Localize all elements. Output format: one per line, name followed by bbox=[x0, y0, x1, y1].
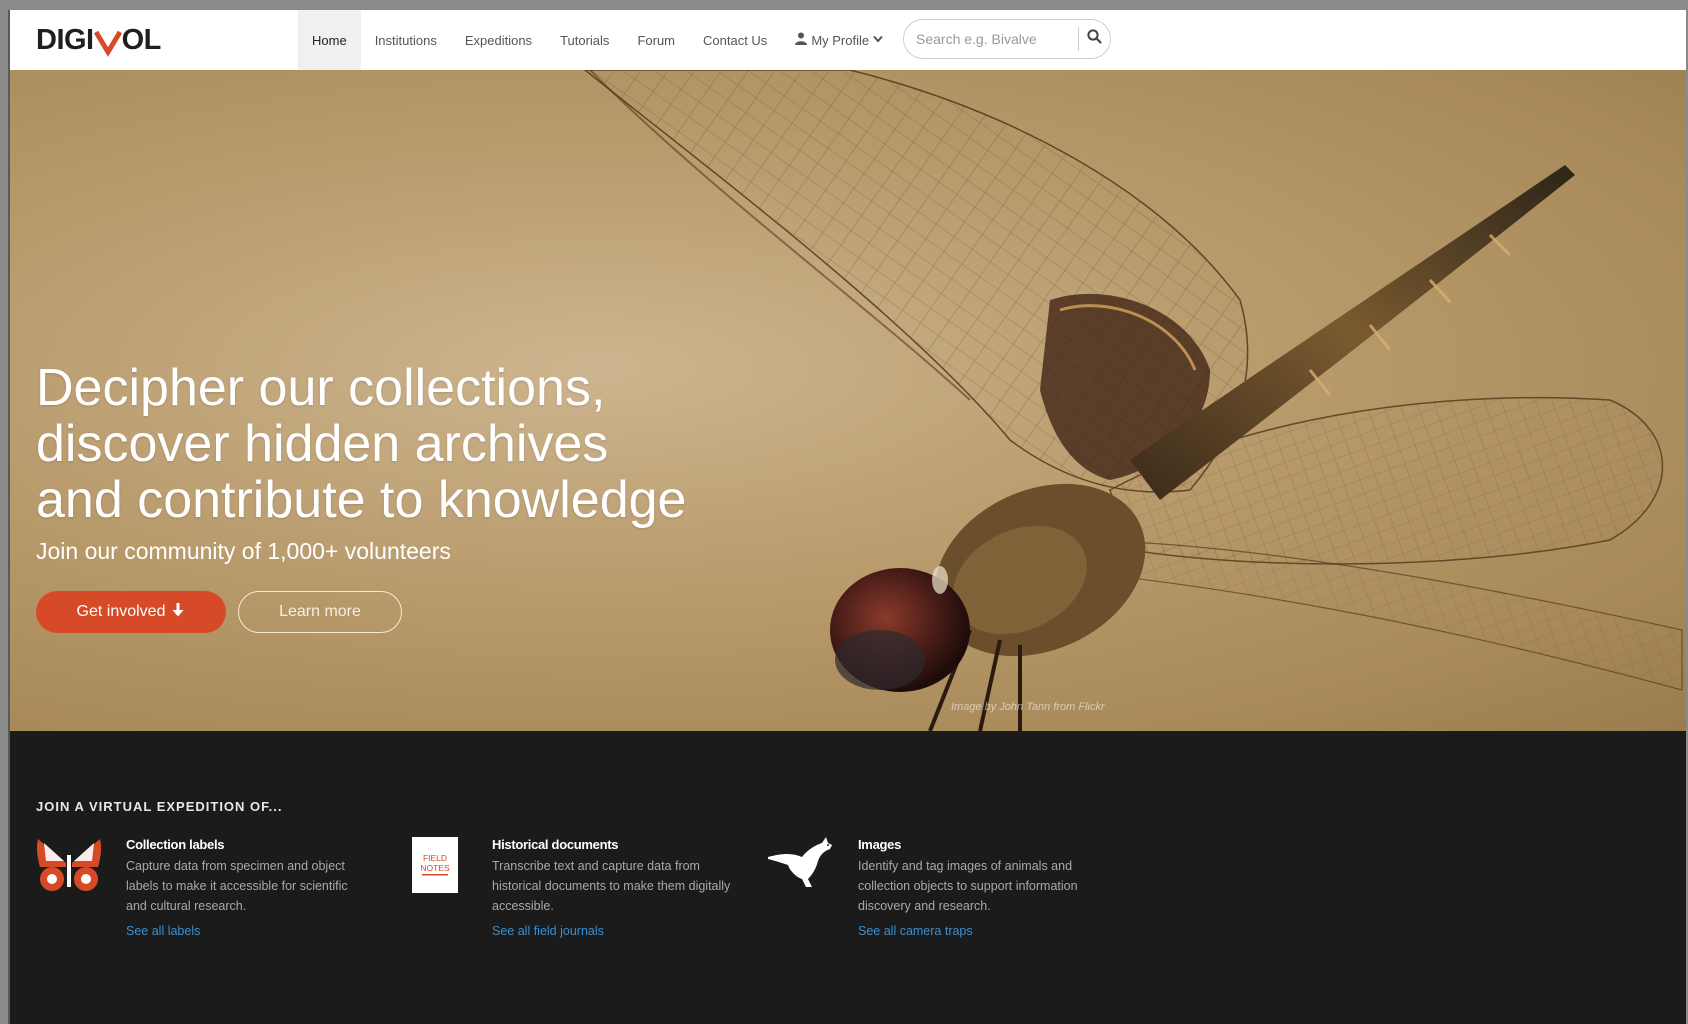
hero-headline-line-1: Decipher our collections, bbox=[36, 359, 606, 417]
butterfly-icon bbox=[36, 837, 102, 893]
learn-more-button[interactable]: Learn more bbox=[238, 591, 402, 633]
card-images-title: Images bbox=[858, 837, 902, 852]
nav-home-label: Home bbox=[312, 32, 347, 48]
search-box bbox=[903, 19, 1111, 59]
field-notes-text-2: NOTES bbox=[420, 863, 450, 873]
main-nav: Home Institutions Expeditions Tutorials … bbox=[298, 10, 897, 70]
person-icon bbox=[795, 32, 808, 48]
field-notes-text-1: FIELD bbox=[423, 853, 447, 863]
nav-institutions[interactable]: Institutions bbox=[361, 10, 451, 70]
card-images-body: Images Identify and tag images of animal… bbox=[858, 837, 1098, 940]
hero-headline: Decipher our collections, discover hidde… bbox=[36, 360, 756, 528]
hero-actions: Get involved Learn more bbox=[36, 591, 756, 633]
chevron-down-icon bbox=[873, 35, 883, 46]
card-images-description: Identify and tag images of animals and c… bbox=[858, 859, 1078, 913]
expeditions-section: JOIN A VIRTUAL EXPEDITION OF... Collecti… bbox=[10, 731, 1686, 1024]
nav-my-profile[interactable]: My Profile bbox=[781, 10, 897, 70]
nav-forum[interactable]: Forum bbox=[623, 10, 689, 70]
hero-content: Decipher our collections, discover hidde… bbox=[36, 360, 756, 633]
arrow-down-icon bbox=[171, 602, 185, 623]
nav-my-profile-label: My Profile bbox=[811, 32, 870, 48]
nav-home[interactable]: Home bbox=[298, 10, 361, 70]
nav-forum-label: Forum bbox=[637, 32, 675, 48]
card-labels-description: Capture data from specimen and object la… bbox=[126, 859, 348, 913]
nav-expeditions[interactable]: Expeditions bbox=[451, 10, 546, 70]
browser-viewport: DIGI OL Home Institutions Expeditions Tu… bbox=[8, 10, 1686, 1024]
card-documents-body: Historical documents Transcribe text and… bbox=[492, 837, 732, 940]
search-icon bbox=[1087, 29, 1102, 49]
hero-subheading: Join our community of 1,000+ volunteers bbox=[36, 538, 451, 564]
search-button[interactable] bbox=[1079, 20, 1110, 58]
hero-headline-line-3: and contribute to knowledge bbox=[36, 471, 687, 529]
card-documents-description: Transcribe text and capture data from hi… bbox=[492, 859, 731, 913]
kangaroo-icon bbox=[768, 837, 834, 893]
digivol-logo[interactable]: DIGI OL bbox=[36, 22, 161, 58]
learn-more-label: Learn more bbox=[279, 603, 361, 620]
get-involved-button[interactable]: Get involved bbox=[36, 591, 226, 633]
see-all-labels-link[interactable]: See all labels bbox=[126, 924, 200, 938]
nav-tutorials-label: Tutorials bbox=[560, 32, 610, 48]
nav-contact-us[interactable]: Contact Us bbox=[689, 10, 781, 70]
nav-contact-us-label: Contact Us bbox=[703, 32, 768, 48]
top-navbar: DIGI OL Home Institutions Expeditions Tu… bbox=[10, 10, 1686, 71]
get-involved-label: Get involved bbox=[76, 603, 166, 620]
card-labels-body: Collection labels Capture data from spec… bbox=[126, 837, 366, 940]
card-documents-title: Historical documents bbox=[492, 837, 619, 852]
image-credit: Image by John Tann from Flickr bbox=[951, 701, 1105, 713]
card-labels-title: Collection labels bbox=[126, 837, 225, 852]
nav-expeditions-label: Expeditions bbox=[464, 32, 533, 48]
hero-headline-line-2: discover hidden archives bbox=[36, 415, 609, 473]
expeditions-heading: JOIN A VIRTUAL EXPEDITION OF... bbox=[36, 799, 283, 814]
logo-text-right: OL bbox=[121, 24, 162, 56]
logo-text-left: DIGI bbox=[36, 24, 94, 56]
logo-v-mark bbox=[93, 22, 122, 58]
see-all-camera-traps-link[interactable]: See all camera traps bbox=[858, 924, 973, 938]
nav-institutions-label: Institutions bbox=[374, 32, 437, 48]
nav-tutorials[interactable]: Tutorials bbox=[546, 10, 623, 70]
hero-banner: Decipher our collections, discover hidde… bbox=[10, 70, 1686, 731]
see-all-field-journals-link[interactable]: See all field journals bbox=[492, 924, 604, 938]
search-input[interactable] bbox=[914, 23, 1078, 55]
field-notes-icon: FIELD NOTES bbox=[402, 837, 468, 893]
